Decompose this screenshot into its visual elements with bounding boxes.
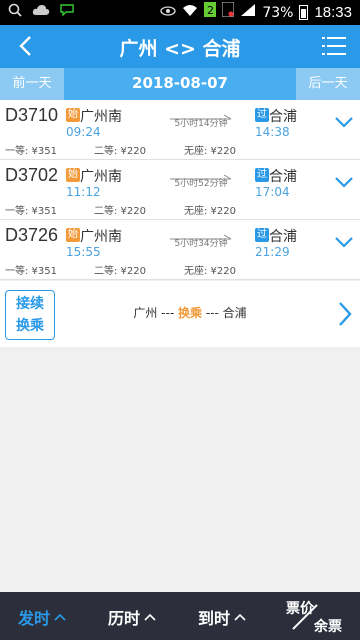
sort-remain-label: 余票 — [314, 619, 342, 635]
sim-icon: 2 — [204, 2, 217, 23]
pass-badge: 过 — [255, 228, 269, 242]
departure-station: 广州南 — [80, 109, 122, 125]
price-second-class: 二等: ¥220 — [94, 146, 146, 157]
sim-card-icon — [221, 1, 235, 23]
sort-arrive-label: 到时 — [198, 609, 231, 628]
sort-price-remain[interactable]: 票价 余票 — [276, 596, 360, 640]
pass-badge: 过 — [255, 108, 269, 122]
price-no-seat: 无座: ¥220 — [184, 266, 236, 277]
chevron-down-icon[interactable] — [334, 234, 354, 250]
next-day-button[interactable]: 后一天 — [296, 68, 360, 100]
svg-text:2: 2 — [207, 4, 214, 17]
status-right-icons: 2 73% 18:33 — [160, 1, 352, 23]
title-bar: 广州 <> 合浦 — [0, 25, 360, 68]
arrival-station: 合浦 — [269, 169, 297, 185]
arrival-time: 14:38 — [255, 125, 290, 139]
train-row[interactable]: D3702 始 广州南 11:12 5小时52分钟 过 合浦 17:04 一等:… — [0, 160, 360, 220]
train-row[interactable]: D3726 始 广州南 15:55 5小时34分钟 过 合浦 21:29 一等:… — [0, 220, 360, 280]
prev-day-button[interactable]: 前一天 — [0, 68, 64, 100]
list-menu-icon — [322, 37, 346, 55]
sort-depart-time[interactable]: 发时 — [18, 605, 66, 629]
transfer-button[interactable]: 接续 换乘 — [5, 290, 55, 340]
wifi-icon — [182, 3, 198, 23]
price-first-class: 一等: ¥351 — [5, 146, 57, 157]
train-list: D3710 始 广州南 09:24 5小时14分钟 过 合浦 14:38 一等:… — [0, 100, 360, 280]
cloud-icon — [32, 4, 50, 22]
route-to: 合浦 — [222, 306, 247, 320]
chevron-down-icon[interactable] — [334, 174, 354, 190]
start-badge: 始 — [66, 228, 80, 242]
start-badge: 始 — [66, 168, 80, 182]
travel-date[interactable]: 2018-08-07 — [100, 74, 260, 92]
sort-depart-label: 发时 — [18, 609, 51, 628]
back-button[interactable] — [10, 31, 40, 61]
battery-percent: 73% — [262, 4, 294, 21]
route-sep: --- — [202, 306, 223, 320]
transfer-row[interactable]: 接续 换乘 广州 --- 换乘 --- 合浦 — [0, 281, 360, 347]
train-number: D3726 — [5, 225, 59, 245]
arrival-station: 合浦 — [269, 229, 297, 245]
sort-duration[interactable]: 历时 — [108, 605, 156, 629]
chat-icon — [60, 4, 74, 22]
status-bar: 2 73% 18:33 — [0, 0, 360, 25]
list-menu-button[interactable] — [322, 36, 346, 56]
chevron-up-icon — [234, 613, 246, 621]
chevron-left-icon — [19, 36, 31, 56]
price-first-class: 一等: ¥351 — [5, 206, 57, 217]
date-bar: 前一天 2018-08-07 后一天 — [0, 68, 360, 100]
transfer-button-line1: 接续 — [16, 296, 44, 312]
route-via: 换乘 — [177, 306, 202, 320]
pass-badge: 过 — [255, 168, 269, 182]
battery-icon — [299, 5, 309, 20]
train-number: D3702 — [5, 165, 59, 185]
price-no-seat: 无座: ¥220 — [184, 206, 236, 217]
signal-icon — [240, 3, 256, 23]
train-number: D3710 — [5, 105, 59, 125]
departure-station: 广州南 — [80, 169, 122, 185]
page-title: 广州 <> 合浦 — [119, 38, 241, 60]
arrival-station: 合浦 — [269, 109, 297, 125]
arrival-time: 21:29 — [255, 245, 290, 259]
price-second-class: 二等: ¥220 — [94, 266, 146, 277]
train-row[interactable]: D3710 始 广州南 09:24 5小时14分钟 过 合浦 14:38 一等:… — [0, 100, 360, 160]
sort-duration-label: 历时 — [108, 609, 141, 628]
departure-time: 15:55 — [66, 245, 101, 259]
arrival-time: 17:04 — [255, 185, 290, 199]
start-badge: 始 — [66, 108, 80, 122]
departure-station: 广州南 — [80, 229, 122, 245]
price-no-seat: 无座: ¥220 — [184, 146, 236, 157]
chevron-up-icon — [144, 613, 156, 621]
status-left-icons — [8, 3, 74, 23]
route-from: 广州 — [133, 306, 158, 320]
sort-bar: 发时 历时 到时 票价 余票 — [0, 592, 360, 640]
departure-time: 11:12 — [66, 185, 101, 199]
eye-icon — [160, 4, 176, 22]
search-icon — [8, 3, 22, 23]
chevron-right-icon[interactable] — [338, 301, 352, 327]
route-sep: --- — [157, 306, 178, 320]
departure-time: 09:24 — [66, 125, 101, 139]
sort-arrive-time[interactable]: 到时 — [198, 605, 246, 629]
chevron-down-icon[interactable] — [334, 114, 354, 130]
travel-duration: 5小时34分钟 — [174, 239, 228, 249]
transfer-button-line2: 换乘 — [16, 318, 44, 334]
clock: 18:33 — [314, 4, 352, 21]
transfer-route: 广州 --- 换乘 --- 合浦 — [100, 304, 280, 321]
travel-duration: 5小时52分钟 — [174, 179, 228, 189]
travel-duration: 5小时14分钟 — [174, 119, 228, 129]
chevron-up-icon — [54, 613, 66, 621]
sort-price-label: 票价 — [286, 601, 314, 617]
price-first-class: 一等: ¥351 — [5, 266, 57, 277]
price-second-class: 二等: ¥220 — [94, 206, 146, 217]
